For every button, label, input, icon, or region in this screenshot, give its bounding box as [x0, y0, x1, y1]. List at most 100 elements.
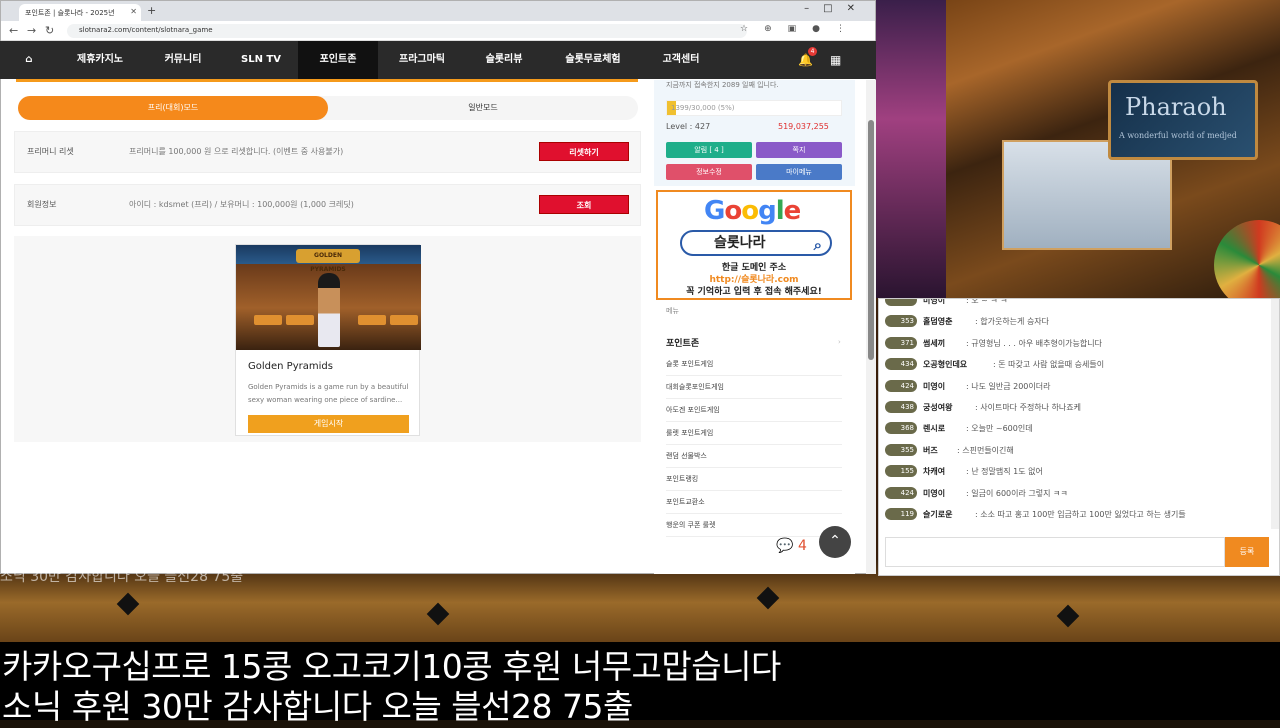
- scroll-to-top-button[interactable]: ⌃: [819, 526, 851, 558]
- chat-level-badge: 368: [885, 422, 917, 435]
- tab-title: 포인트존 | 슬롯나라 - 2025년: [25, 9, 115, 17]
- banner-search-box: 슬롯나라 ⌕: [680, 230, 832, 256]
- edit-info-button[interactable]: 정보수정: [666, 164, 752, 180]
- user-level: Level : 427: [666, 122, 711, 131]
- chat-text: : 스핀먼들이긴해: [957, 445, 1014, 455]
- close-tab-icon[interactable]: ✕: [130, 7, 137, 16]
- sidebar-item-gift-box[interactable]: 랜덤 선물박스: [666, 446, 842, 468]
- chat-level-badge: 424: [885, 486, 917, 499]
- banner-line-3: 꼭 기억하고 입력 후 접속 해주세요!: [686, 287, 822, 297]
- chat-level-badge: [885, 299, 917, 306]
- sidebar: 지금까지 접속한지 2089 일째 입니다. 1399/30,000 (5%) …: [654, 80, 855, 574]
- subtitle-line-2: 소닉 후원 30만 감사합니다 오늘 블선28 75출: [2, 687, 633, 726]
- nav-item-community[interactable]: 커뮤니티: [148, 41, 218, 79]
- reset-panel: 프리머니 리셋 프리머니를 100,000 원 으로 리셋합니다. (이벤트 중…: [14, 131, 641, 173]
- window-controls[interactable]: –□✕: [804, 3, 869, 14]
- nav-item-sln-tv[interactable]: SLN TV: [230, 41, 292, 79]
- chat-nickname[interactable]: 미영이: [923, 299, 945, 306]
- nav-item-slot-review[interactable]: 슬롯리뷰: [472, 41, 536, 79]
- chat-input[interactable]: [885, 537, 1225, 567]
- chat-nickname[interactable]: 버즈: [923, 445, 938, 456]
- chat-message: 353 홀덤영춘: 합가웃하는게 승자다: [885, 314, 1275, 332]
- floor-tile: [756, 586, 780, 610]
- neon-pillar: [876, 0, 946, 298]
- scroll-thumb[interactable]: [868, 120, 874, 360]
- chat-message: 424 미영이 : 일금이 600이라 그렇지 ㅋㅋ: [885, 486, 1275, 504]
- chat-level-badge: 119: [885, 508, 917, 520]
- normal-mode-tab[interactable]: 일반모드: [328, 96, 638, 120]
- sidebar-item-tournament-slot[interactable]: 대회슬롯포인트게임: [666, 377, 842, 399]
- chat-nickname[interactable]: 궁성여왕: [923, 402, 952, 413]
- pharaoh-sign: Pharaoh A wonderful world of medjed: [1108, 80, 1258, 160]
- note-button[interactable]: 쪽지: [756, 142, 842, 158]
- home-icon[interactable]: ⌂: [18, 41, 40, 79]
- chat-nickname[interactable]: 차캐여: [923, 466, 945, 477]
- chat-nickname[interactable]: 오공형인데요: [923, 359, 967, 370]
- game-thumbnail[interactable]: GOLDEN PYRAMIDS: [236, 245, 421, 350]
- grid-menu-icon[interactable]: ▦: [830, 53, 841, 67]
- floor-tile: [426, 602, 450, 626]
- pedestal: [286, 315, 314, 325]
- chat-text: : 일금이 600이라 그렇지 ㅋㅋ: [966, 488, 1068, 498]
- chat-nickname[interactable]: 미영이: [923, 488, 945, 499]
- forward-icon[interactable]: →: [27, 24, 36, 37]
- chat-nickname[interactable]: 홀덤영춘: [923, 316, 952, 327]
- sign-subtitle: A wonderful world of medjed: [1119, 131, 1237, 140]
- chat-message: 424 미영이: 나도 일반금 200이더라: [885, 379, 1275, 397]
- nav-item-free-slot[interactable]: 슬롯무료체험: [552, 41, 634, 79]
- chat-count: 4: [798, 538, 807, 554]
- my-menu-button[interactable]: 마이메뉴: [756, 164, 842, 180]
- domain-banner[interactable]: Google 슬롯나라 ⌕ 한글 도메인 주소 http://슬롯나라.com …: [656, 190, 852, 300]
- sidebar-item-hadouken[interactable]: 아도겐 포인트게임: [666, 400, 842, 422]
- nav-item-support[interactable]: 고객센터: [650, 41, 712, 79]
- nav-item-pragmatic[interactable]: 프라그마틱: [384, 41, 460, 79]
- floor-tile: [116, 592, 140, 616]
- tab-bar: 포인트존 | 슬롯나라 - 2025년 ✕ + –□✕: [1, 1, 875, 21]
- free-mode-tab[interactable]: 프리(대회)모드: [18, 96, 328, 120]
- sidebar-item-roulette[interactable]: 룰렛 포인트게임: [666, 423, 842, 445]
- google-logo: Google: [704, 196, 801, 226]
- chat-nickname[interactable]: 슬기로운: [923, 509, 952, 520]
- chevron-right-icon: ›: [838, 338, 841, 346]
- new-tab-icon[interactable]: +: [147, 4, 156, 17]
- pedestal: [358, 315, 386, 325]
- user-points: 519,037,255: [778, 122, 829, 131]
- lookup-button[interactable]: 조회: [539, 195, 629, 214]
- reload-icon[interactable]: ↻: [45, 24, 54, 37]
- browser-tab[interactable]: 포인트존 | 슬롯나라 - 2025년 ✕: [19, 4, 141, 21]
- nav-item-point-zone[interactable]: 포인트존: [298, 41, 378, 79]
- game-start-button[interactable]: 게임시작: [248, 415, 409, 433]
- chat-nickname[interactable]: 렌시로: [923, 423, 945, 434]
- reset-description: 프리머니를 100,000 원 으로 리셋합니다. (이벤트 중 사용불가): [129, 147, 344, 156]
- alarm-button[interactable]: 알림 [ 4 ]: [666, 142, 752, 158]
- chat-level-badge: 353: [885, 315, 917, 328]
- visit-notice: 지금까지 접속한지 2089 일째 입니다.: [666, 81, 779, 89]
- extension-icons[interactable]: ☆⊕▣●⋮: [740, 24, 861, 34]
- chat-text: : 규영형님 . . . 아우 배추형이가능합니다: [966, 338, 1102, 348]
- chat-level-badge: 438: [885, 401, 917, 413]
- back-icon[interactable]: ←: [9, 24, 18, 37]
- chat-nickname[interactable]: 썸세끼: [923, 338, 945, 349]
- chat-window: 미영이: 오 ~ ㅋ ㅋ 353 홀덤영춘: 합가웃하는게 승자다 371 썸세끼: 규…: [878, 298, 1280, 576]
- sidebar-item-exchange[interactable]: 포인트교환소: [666, 492, 842, 514]
- game-title: Golden Pyramids: [248, 361, 333, 372]
- nav-item-affiliate-casino[interactable]: 제휴카지노: [64, 41, 136, 79]
- pedestal: [390, 315, 418, 325]
- reset-button[interactable]: 리셋하기: [539, 142, 629, 161]
- chat-send-button[interactable]: 등록: [1225, 537, 1269, 567]
- notification-badge: 4: [808, 47, 817, 56]
- banner-search-text: 슬롯나라: [714, 235, 766, 251]
- sidebar-item-coupon-roulette[interactable]: 행운의 쿠폰 룰렛: [666, 515, 842, 537]
- chat-text: : 난 정말맵직 1도 없어: [966, 467, 1043, 477]
- chat-scrollbar[interactable]: [1271, 299, 1279, 529]
- url-field[interactable]: slotnara2.com/content/slotnara_game: [67, 24, 747, 38]
- sidebar-item-ranking[interactable]: 포인트랭킹: [666, 469, 842, 491]
- sidebar-item-slot-point-game[interactable]: 슬롯 포인트게임: [666, 354, 842, 376]
- page-scrollbar[interactable]: [866, 80, 876, 574]
- chat-message: 434 오공형인데요: 돈 따갖고 사람 없을때 승세들이: [885, 357, 1275, 375]
- chat-bubble-icon[interactable]: 💬: [776, 538, 793, 554]
- chat-text: : 오 ~ ㅋ ㅋ: [966, 298, 1008, 305]
- chat-nickname[interactable]: 미영이: [923, 381, 945, 392]
- game-stream-view: Pharaoh A wonderful world of medjed: [876, 0, 1280, 298]
- reset-label: 프리머니 리셋: [27, 147, 74, 156]
